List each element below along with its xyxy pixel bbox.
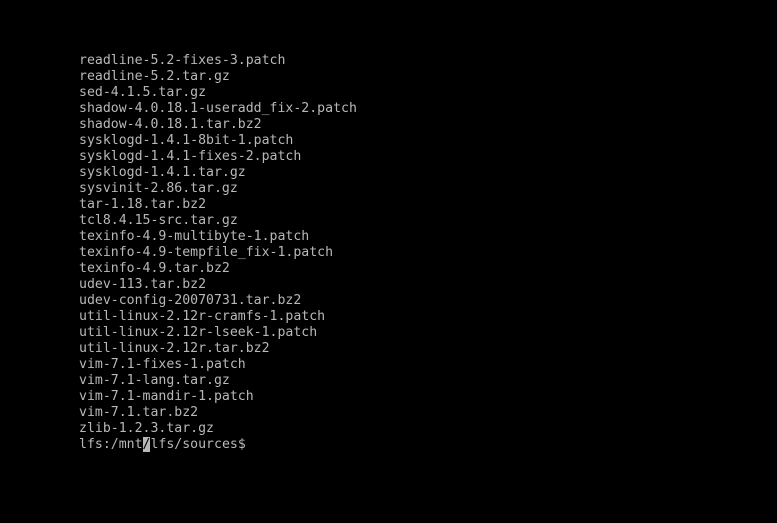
terminal-line: vim-7.1-fixes-1.patch bbox=[79, 357, 246, 372]
terminal-line: texinfo-4.9-multibyte-1.patch bbox=[79, 229, 310, 244]
terminal-line: vim-7.1-mandir-1.patch bbox=[79, 389, 254, 404]
terminal-line: texinfo-4.9-tempfile_fix-1.patch bbox=[79, 245, 334, 260]
terminal-line: sysklogd-1.4.1-8bit-1.patch bbox=[79, 133, 294, 148]
terminal-line: zlib-1.2.3.tar.gz bbox=[79, 421, 214, 436]
terminal-line: tcl8.4.15-src.tar.gz bbox=[79, 213, 238, 228]
terminal-line: sysvinit-2.86.tar.gz bbox=[79, 181, 238, 196]
terminal-screen[interactable]: readline-5.2-fixes-3.patch readline-5.2.… bbox=[0, 0, 777, 523]
terminal-line: vim-7.1.tar.bz2 bbox=[79, 405, 199, 420]
terminal-line: vim-7.1-lang.tar.gz bbox=[79, 373, 230, 388]
terminal-output: readline-5.2-fixes-3.patch readline-5.2.… bbox=[79, 53, 357, 453]
prompt-path-after-cursor: lfs/sources$ bbox=[150, 437, 246, 452]
terminal-line: util-linux-2.12r.tar.bz2 bbox=[79, 341, 270, 356]
terminal-line: tar-1.18.tar.bz2 bbox=[79, 197, 207, 212]
terminal-line: shadow-4.0.18.1-useradd_fix-2.patch bbox=[79, 101, 357, 116]
terminal-line: sed-4.1.5.tar.gz bbox=[79, 85, 207, 100]
terminal-line: util-linux-2.12r-cramfs-1.patch bbox=[79, 309, 326, 324]
terminal-line: texinfo-4.9.tar.bz2 bbox=[79, 261, 230, 276]
terminal-line: shadow-4.0.18.1.tar.bz2 bbox=[79, 117, 262, 132]
terminal-line: readline-5.2-fixes-3.patch bbox=[79, 53, 286, 68]
terminal-line: udev-config-20070731.tar.bz2 bbox=[79, 293, 302, 308]
terminal-line: sysklogd-1.4.1.tar.gz bbox=[79, 165, 246, 180]
prompt-path-before-cursor: lfs:/mnt bbox=[79, 437, 143, 452]
terminal-line: readline-5.2.tar.gz bbox=[79, 69, 230, 84]
terminal-line: util-linux-2.12r-lseek-1.patch bbox=[79, 325, 318, 340]
shell-prompt[interactable]: lfs:/mnt/lfs/sources$ bbox=[79, 437, 357, 453]
terminal-line: sysklogd-1.4.1-fixes-2.patch bbox=[79, 149, 302, 164]
terminal-line: udev-113.tar.bz2 bbox=[79, 277, 207, 292]
